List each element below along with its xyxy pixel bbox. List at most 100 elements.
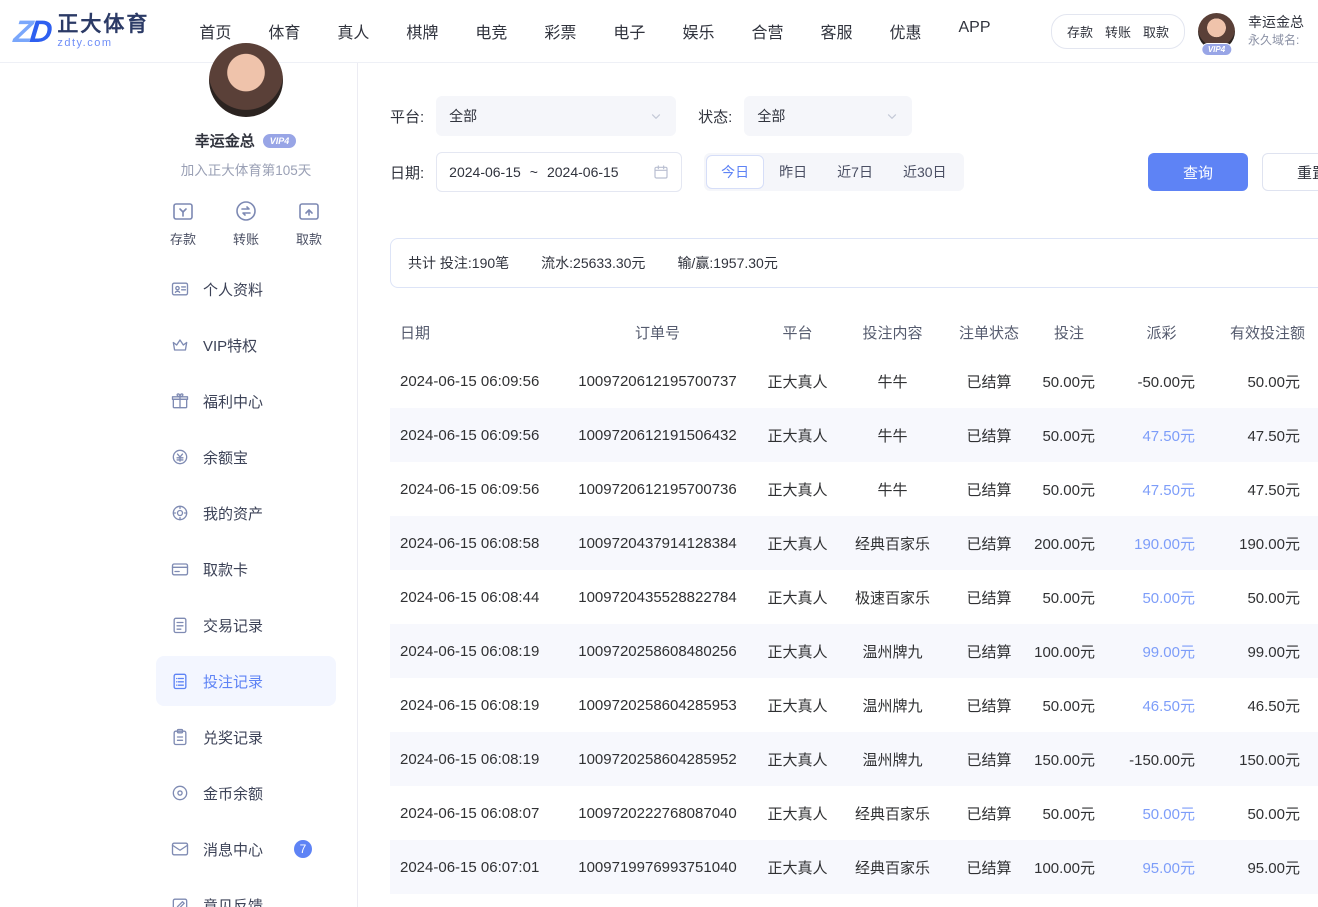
transfer-link[interactable]: 转账 — [1105, 22, 1131, 41]
cell-order-number: 1009719976993751040 — [555, 859, 760, 876]
calendar-icon[interactable] — [653, 164, 669, 180]
summary-total-bets: 共计 投注:190笔 — [408, 253, 509, 273]
vip-badge: VIP4 — [262, 133, 298, 149]
table-row: 2024-06-15 06:09:56 1009720612191506432 … — [390, 408, 1318, 462]
nav-item[interactable]: 合营 — [751, 19, 783, 43]
header-username[interactable]: 幸运金总 — [1248, 13, 1304, 32]
target-coin-icon — [170, 783, 190, 803]
table-body: 2024-06-15 06:09:56 1009720612195700737 … — [390, 354, 1318, 894]
table-row: 2024-06-15 06:09:56 1009720612195700736 … — [390, 462, 1318, 516]
nav-item[interactable]: 首页 — [199, 19, 231, 43]
quick-action-deposit[interactable]: 存款 — [158, 199, 208, 248]
cell-bet-content: 牛牛 — [835, 425, 950, 446]
sidebar-item-yuebao[interactable]: 余额宝 — [156, 432, 336, 482]
cell-status: 已结算 — [950, 587, 1028, 608]
nav-item[interactable]: 客服 — [820, 19, 852, 43]
quick-action-withdraw[interactable]: 取款 — [284, 199, 334, 248]
cell-payout: 47.50元 — [1110, 479, 1213, 500]
brand-logo[interactable]: ZD 正大体育 zdty.com — [14, 13, 149, 48]
cell-platform: 正大真人 — [760, 695, 835, 716]
sidebar-item-gold-balance[interactable]: 金币余额 — [156, 768, 336, 818]
nav-item[interactable]: 体育 — [268, 19, 300, 43]
table-row: 2024-06-15 06:08:07 1009720222768087040 … — [390, 786, 1318, 840]
cell-status: 已结算 — [950, 695, 1028, 716]
cell-valid-bet: 50.00元 — [1213, 371, 1318, 392]
cell-payout: -150.00元 — [1110, 749, 1213, 770]
cell-order-number: 1009720612195700737 — [555, 373, 760, 390]
reset-button[interactable]: 重置 — [1262, 153, 1318, 191]
cell-order-number: 1009720222768087040 — [555, 805, 760, 822]
date-label: 日期: — [390, 162, 424, 183]
sidebar-item-withdraw-card[interactable]: 取款卡 — [156, 544, 336, 594]
sidebar-item-bet-records[interactable]: 投注记录 — [156, 656, 336, 706]
sidebar-item-assets[interactable]: 我的资产 — [156, 488, 336, 538]
header-payout: 派彩 — [1110, 322, 1213, 343]
platform-label: 平台: — [390, 106, 424, 127]
cell-order-number: 1009720258604285953 — [555, 697, 760, 714]
bank-card-icon — [170, 559, 190, 579]
platform-select[interactable]: 全部 — [436, 96, 676, 136]
cell-bet-content: 经典百家乐 — [835, 803, 950, 824]
cell-date: 2024-06-15 06:09:56 — [390, 427, 555, 444]
cell-payout: 50.00元 — [1110, 803, 1213, 824]
cell-platform: 正大真人 — [760, 533, 835, 554]
cell-bet-content: 经典百家乐 — [835, 857, 950, 878]
header-content: 投注内容 — [835, 322, 950, 343]
summary-winloss: 输/赢:1957.30元 — [677, 253, 777, 273]
nav-item[interactable]: 棋牌 — [406, 19, 438, 43]
deposit-link[interactable]: 存款 — [1067, 22, 1093, 41]
nav-item[interactable]: 电竞 — [475, 19, 507, 43]
permanent-domain-note: 永久域名: — [1248, 32, 1304, 48]
nav-item[interactable]: 优惠 — [889, 19, 921, 43]
cell-status: 已结算 — [950, 803, 1028, 824]
crown-icon — [170, 335, 190, 355]
brand-domain: zdty.com — [57, 37, 149, 49]
status-label: 状态: — [698, 106, 732, 127]
quick-action-transfer[interactable]: 转账 — [221, 199, 271, 248]
cell-valid-bet: 47.50元 — [1213, 479, 1318, 500]
withdraw-link[interactable]: 取款 — [1143, 22, 1169, 41]
sidebar-item-redeem-records[interactable]: 兑奖记录 — [156, 712, 336, 762]
range-button[interactable]: 近7日 — [822, 155, 888, 189]
range-button[interactable]: 近30日 — [888, 155, 962, 189]
nav-item[interactable]: 娱乐 — [682, 19, 714, 43]
date-end-value: 2024-06-15 — [547, 164, 619, 180]
top-nav: 首页 体育 真人 棋牌 电竞 彩票 电子 娱乐 合营 客服 优惠 APP — [199, 19, 990, 43]
range-button[interactable]: 今日 — [706, 155, 764, 189]
cell-platform: 正大真人 — [760, 749, 835, 770]
filter-row-date: 日期: 2024-06-15 ~ 2024-06-15 今日 昨日 近7日 — [390, 152, 1318, 192]
cell-bet-amount: 50.00元 — [1028, 587, 1110, 608]
table-row: 2024-06-15 06:07:01 1009719976993751040 … — [390, 840, 1318, 894]
sidebar-item-vip[interactable]: VIP特权 — [156, 320, 336, 370]
status-select[interactable]: 全部 — [744, 96, 912, 136]
envelope-icon — [170, 839, 190, 859]
cell-bet-content: 牛牛 — [835, 479, 950, 500]
nav-item[interactable]: APP — [959, 19, 991, 43]
sidebar-item-profile[interactable]: 个人资料 — [156, 264, 336, 314]
cell-order-number: 1009720612191506432 — [555, 427, 760, 444]
sidebar-item-welfare[interactable]: 福利中心 — [156, 376, 336, 426]
status-select-value: 全部 — [757, 106, 785, 126]
cell-order-number: 1009720435528822784 — [555, 589, 760, 606]
sidebar-item-label: 意见反馈 — [203, 895, 263, 907]
gift-icon — [170, 391, 190, 411]
query-button[interactable]: 查询 — [1148, 153, 1248, 191]
sidebar-item-messages[interactable]: 消息中心 7 — [156, 824, 336, 874]
table-row: 2024-06-15 06:09:56 1009720612195700737 … — [390, 354, 1318, 408]
cell-bet-content: 极速百家乐 — [835, 587, 950, 608]
nav-item[interactable]: 彩票 — [544, 19, 576, 43]
header-valid-bet: 有效投注额 — [1213, 322, 1318, 343]
profile-avatar[interactable] — [209, 43, 283, 117]
nav-item[interactable]: 真人 — [337, 19, 369, 43]
cell-valid-bet: 150.00元 — [1213, 749, 1318, 770]
sidebar-item-feedback[interactable]: 意见反馈 — [156, 880, 336, 907]
cell-payout: 95.00元 — [1110, 857, 1213, 878]
sidebar: 幸运金总 VIP4 加入正大体育第105天 存款 转账 — [0, 63, 358, 907]
sidebar-item-transactions[interactable]: 交易记录 — [156, 600, 336, 650]
range-button[interactable]: 昨日 — [764, 155, 822, 189]
cell-bet-amount: 200.00元 — [1028, 533, 1110, 554]
cell-valid-bet: 46.50元 — [1213, 695, 1318, 716]
page-layout: 幸运金总 VIP4 加入正大体育第105天 存款 转账 — [0, 63, 1318, 907]
nav-item[interactable]: 电子 — [613, 19, 645, 43]
date-range-input[interactable]: 2024-06-15 ~ 2024-06-15 — [436, 152, 682, 192]
